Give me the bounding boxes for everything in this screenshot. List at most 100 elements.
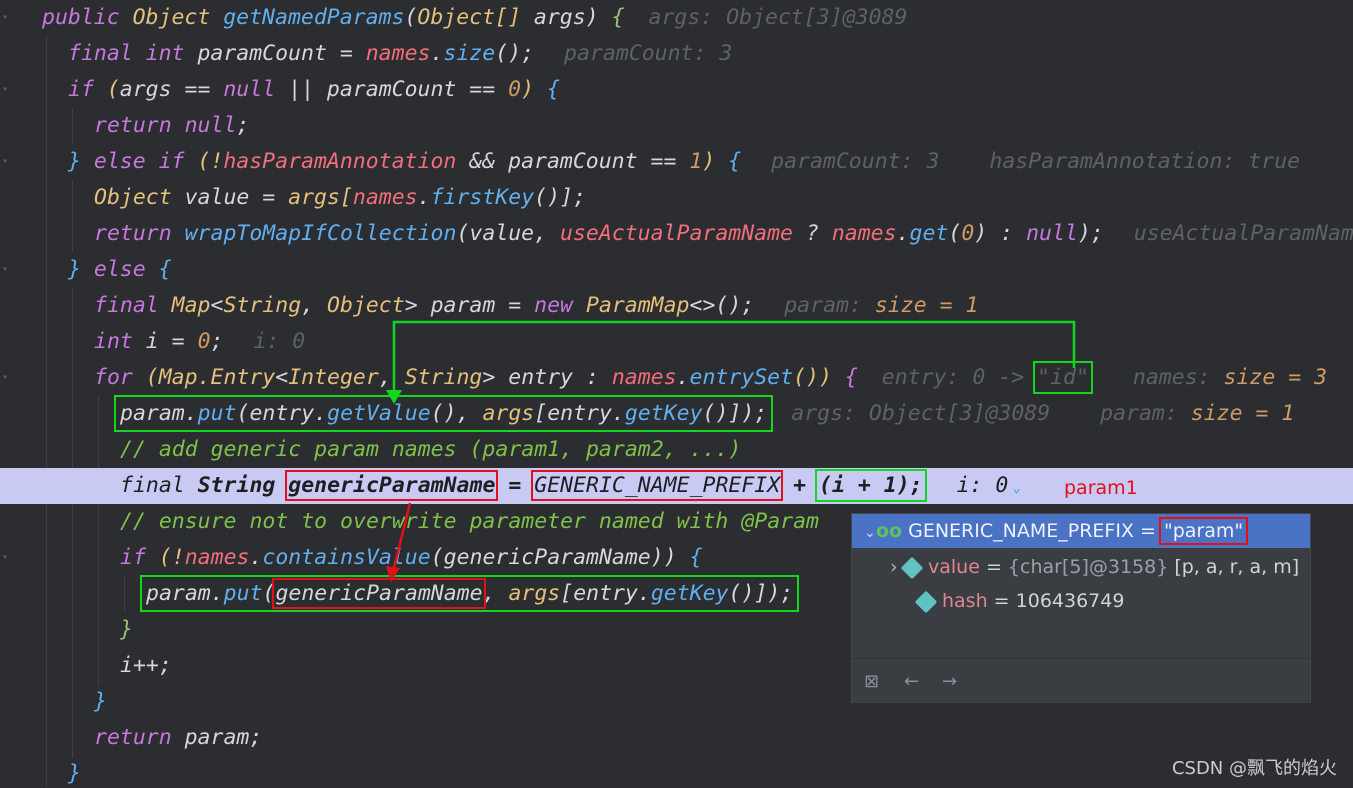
code-text: + <box>780 473 820 498</box>
inline-debug-hint: paramCount: 3 <box>771 149 940 174</box>
popup-value: [p, a, r, a, m] <box>1168 556 1300 578</box>
code-line-11[interactable]: for (Map.Entry<Integer, String> entry : … <box>94 360 1327 396</box>
parameter: args <box>533 5 586 30</box>
code-line-5[interactable]: } else if (!hasParamAnnotation && paramC… <box>68 144 1300 180</box>
code-text: && paramCount == <box>456 149 690 174</box>
highlight-box-green: param.put(entry.getValue(), args[entry.g… <box>113 395 774 432</box>
brace: { <box>728 149 742 174</box>
code-line-4[interactable]: return null; <box>94 108 249 144</box>
code-line-21[interactable]: return param; <box>94 720 262 756</box>
brace: { <box>158 257 172 282</box>
code-text: [entry. <box>534 401 625 426</box>
popup-equals: = <box>1133 520 1162 542</box>
brace: } <box>120 617 133 642</box>
code-line-8[interactable]: } else { <box>68 252 172 288</box>
code-text: ? <box>793 221 832 246</box>
method-name: getNamedParams <box>223 5 405 30</box>
fold-icon[interactable]: ▾ <box>2 373 12 383</box>
code-line-16[interactable]: if (!names.containsValue(genericParamNam… <box>120 540 703 576</box>
code-line-9[interactable]: final Map<String, Object> param = new Pa… <box>94 288 978 324</box>
type-name: Map <box>171 293 211 318</box>
brace: } <box>94 689 107 714</box>
inline-debug-hint: param: <box>1100 401 1178 426</box>
code-line-10[interactable]: int i = 0; i: 0 <box>94 324 305 360</box>
code-line-1[interactable]: public Object getNamedParams(Object[] ar… <box>42 0 907 36</box>
code-line-17[interactable]: param.put(genericParamName, args[entry.g… <box>139 575 800 612</box>
chevron-down-icon[interactable]: ⌄ <box>864 516 876 550</box>
type-name: Map.Entry <box>158 365 276 390</box>
folder-close-icon[interactable]: ⊠ <box>864 671 879 692</box>
popup-row-value[interactable]: › value = {char[5]@3158} [p, a, r, a, m] <box>852 550 1310 584</box>
code-editor[interactable]: ▾ ▾ ▾ ▾ ▾ ▾ public Object getNamedParams… <box>0 0 1353 788</box>
code-line-14-current[interactable]: final String genericParamName = GENERIC_… <box>0 468 1353 504</box>
method-name: getKey <box>650 581 729 606</box>
type-name: String <box>223 293 302 318</box>
fold-icon[interactable]: ▾ <box>2 553 12 563</box>
popup-equals: = <box>987 590 1016 612</box>
number-literal: 1 <box>689 149 703 174</box>
fold-icon[interactable]: ▾ <box>2 157 12 167</box>
punct: <>(); <box>689 293 755 318</box>
inline-debug-size: size = 1 <box>1190 401 1295 426</box>
chevron-down-icon[interactable]: ⌄ <box>1012 480 1020 496</box>
inline-debug-hint: names: <box>1132 365 1211 390</box>
code-line-13[interactable]: // add generic param names (param1, para… <box>120 432 741 468</box>
popup-object-id: {char[5]@3158} <box>1007 556 1169 578</box>
fold-icon[interactable]: ▾ <box>2 85 12 95</box>
editor-gutter[interactable] <box>0 0 16 788</box>
brace: { <box>844 365 858 390</box>
code-line-2[interactable]: final int paramCount = names.size(); para… <box>68 36 732 72</box>
code-text: param. <box>146 581 224 606</box>
popup-toolbar: ⊠ ← → <box>852 658 1310 703</box>
code-line-20[interactable]: } <box>94 684 107 720</box>
punct: (); <box>495 41 535 66</box>
keyword: for <box>94 365 146 390</box>
field-name: names <box>365 41 431 66</box>
punct: . <box>249 545 263 570</box>
keyword: public <box>42 5 133 30</box>
brace: } <box>68 761 81 786</box>
punct: ) <box>585 5 612 30</box>
index-expression-box: (i + 1); <box>815 469 927 502</box>
popup-row-hash[interactable]: hash = 106436749 <box>852 584 1310 618</box>
arrow-right-icon[interactable]: → <box>942 671 957 692</box>
parameter: args <box>482 401 535 426</box>
inline-debug-hint: paramCount: 3 <box>564 41 733 66</box>
code-line-19[interactable]: i++; <box>120 648 172 684</box>
debug-value-popup[interactable]: ⌄oo GENERIC_NAME_PREFIX = "param" › value … <box>851 513 1311 703</box>
code-line-18[interactable]: } <box>120 612 133 648</box>
code-text: param. <box>120 401 198 426</box>
punct: < <box>210 293 224 318</box>
code-line-7[interactable]: return wrapToMapIfCollection(value, useA… <box>94 216 1353 252</box>
code-line-22[interactable]: } <box>68 756 81 788</box>
method-name: size <box>443 41 496 66</box>
fold-icon[interactable]: ▾ <box>2 13 12 23</box>
code-line-15[interactable]: // ensure not to overwrite parameter nam… <box>120 504 819 540</box>
fold-icon[interactable]: ▾ <box>2 265 12 275</box>
popup-value: 106436749 <box>1015 590 1125 612</box>
indent-guide <box>72 288 73 758</box>
method-name: containsValue <box>262 545 431 570</box>
keyword: int <box>145 41 198 66</box>
method-name: put <box>197 401 237 426</box>
punct: . <box>676 365 690 390</box>
code-line-12[interactable]: param.put(entry.getValue(), args[entry.g… <box>113 395 1295 432</box>
highlight-box-green: param.put(genericParamName, args[entry.g… <box>139 575 800 612</box>
inline-debug-hint: i: 0 <box>253 329 306 354</box>
method-name: wrapToMapIfCollection <box>184 221 457 246</box>
punct: ) <box>702 149 729 174</box>
punct: ( <box>145 365 159 390</box>
code-text: (entry. <box>236 401 328 426</box>
field-tag-icon <box>900 556 924 579</box>
field-name: names <box>611 365 677 390</box>
code-text: (), <box>430 401 483 426</box>
punct: ()]; <box>534 185 586 210</box>
punct: [ <box>339 185 353 210</box>
code-line-3[interactable]: if (args == null || paramCount == 0) { <box>68 72 560 108</box>
popup-row-generic-name-prefix[interactable]: ⌄oo GENERIC_NAME_PREFIX = "param" <box>852 514 1310 548</box>
punct: ); <box>1077 221 1104 246</box>
arrow-left-icon[interactable]: ← <box>904 671 919 692</box>
keyword: return <box>94 221 185 246</box>
keyword: else <box>93 257 159 282</box>
code-line-6[interactable]: Object value = args[names.firstKey()]; <box>94 180 586 216</box>
